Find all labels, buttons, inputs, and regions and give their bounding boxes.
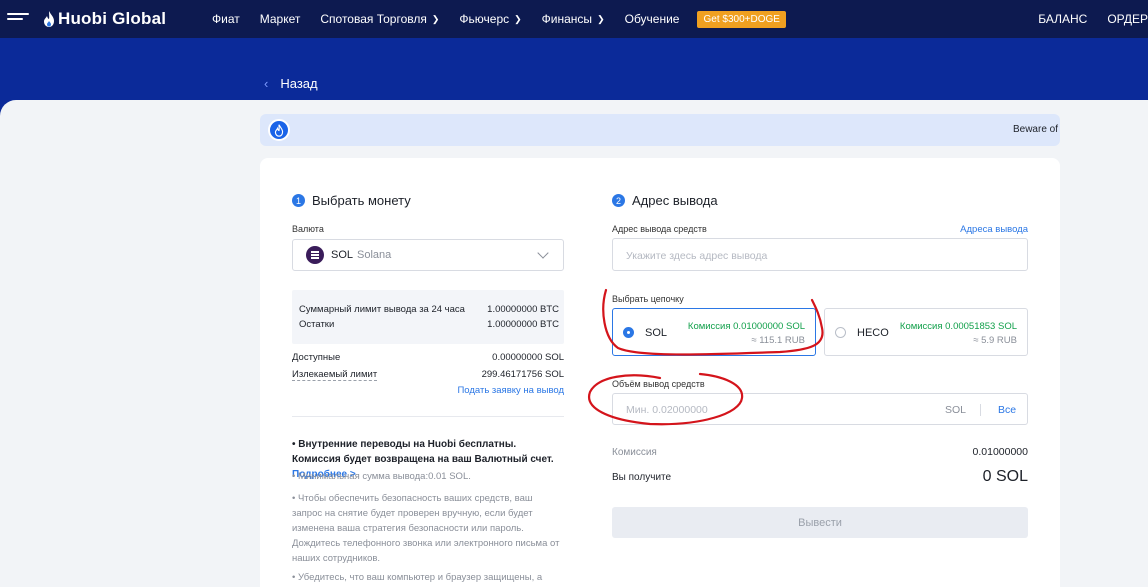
solana-icon [306, 246, 324, 264]
apply-withdraw-link[interactable]: Подать заявку на вывод [457, 385, 564, 396]
receive-value: 0 SOL [982, 468, 1028, 485]
limit-label: Суммарный лимит вывода за 24 часа [299, 304, 465, 315]
chain-fee-rub: ≈ 115.1 RUB [751, 335, 805, 346]
chain-option-heco[interactable]: HECO Комиссия 0.00051853 SOL ≈ 5.9 RUB [824, 308, 1028, 356]
step-withdraw-address: 2 Адрес вывода [612, 193, 718, 208]
back-label: Назад [280, 76, 318, 91]
amount-label: Объём вывод средств [612, 379, 705, 389]
step-title: Адрес вывода [632, 193, 718, 208]
nav-item-futures[interactable]: Фьючерс ❯ [459, 12, 521, 26]
nav-item-market[interactable]: Маркет [260, 12, 301, 26]
amount-placeholder: Мин. 0.02000000 [626, 404, 708, 416]
address-book-link[interactable]: Адреса вывода [960, 224, 1028, 235]
limit-row: Суммарный лимит вывода за 24 часа 1.0000… [299, 304, 559, 315]
nav-menu: Фиат Маркет Спотовая Торговля ❯ Фьючерс ❯ … [212, 0, 786, 38]
nav-item-spot[interactable]: Спотовая Торговля ❯ [320, 12, 439, 26]
currency-label: Валюта [292, 224, 324, 234]
nav-item-label: Спотовая Торговля [320, 12, 427, 26]
chain-fee: Комиссия 0.01000000 SOL [687, 321, 805, 332]
top-nav: Huobi Global Фиат Маркет Спотовая Торгов… [0, 0, 1148, 38]
limit-box [292, 290, 564, 344]
receive-label: Вы получите [612, 472, 672, 483]
nav-item-label: Финансы [541, 12, 593, 26]
nav-item-label: Фьючерс [459, 12, 510, 26]
chain-fee-rub: ≈ 5.9 RUB [973, 335, 1017, 346]
radio-selected[interactable] [623, 327, 634, 338]
withdraw-all-button[interactable]: Все [998, 404, 1016, 416]
device-info: • Убедитесь, что ваш компьютер и браузер… [292, 572, 543, 583]
chevron-down-icon: ❯ [597, 13, 605, 24]
nav-item-fiat[interactable]: Фиат [212, 12, 240, 26]
nav-item-label: Обучение [624, 12, 680, 26]
divider [292, 416, 564, 417]
chevron-left-icon: ‹ [264, 76, 269, 91]
chain-name: SOL [645, 327, 668, 339]
fee-value: 0.01000000 [972, 446, 1028, 458]
chain-name: HECO [857, 327, 889, 339]
radio-unselected[interactable] [835, 327, 846, 338]
withdrawable-value: 299.46171756 SOL [481, 369, 564, 380]
nav-balance[interactable]: БАЛАНС [1038, 12, 1087, 26]
available-row: Доступные 0.00000000 SOL [292, 352, 564, 363]
nav-item-learn[interactable]: Обучение [625, 12, 680, 26]
withdraw-submit-button[interactable]: Вывести [612, 507, 1028, 538]
step-number: 1 [292, 194, 305, 207]
nav-orders[interactable]: ОРДЕР [1107, 12, 1148, 26]
min-withdraw-info: • Минимальная сумма вывода:0.01 SOL. [292, 471, 471, 482]
address-placeholder: Укажите здесь адрес вывода [626, 250, 768, 262]
remaining-row: Остатки 1.00000000 BTC [299, 319, 559, 330]
coin-code: SOL [331, 249, 354, 261]
address-label: Адрес вывода средств [612, 224, 707, 234]
available-value: 0.00000000 SOL [492, 352, 564, 363]
coin-name: Solana [357, 249, 392, 261]
remaining-label: Остатки [299, 319, 335, 330]
notice-text: Beware of [1012, 124, 1058, 135]
nav-item-finance[interactable]: Финансы ❯ [542, 12, 605, 26]
chain-fee: Комиссия 0.00051853 SOL [899, 321, 1017, 332]
amount-unit: SOL [945, 404, 967, 416]
coin-select[interactable]: SOL Solana [292, 239, 564, 271]
step-select-coin: 1 Выбрать монету [292, 193, 411, 208]
withdrawable-label: Излекаемый лимит [292, 369, 378, 381]
chain-label: Выбрать цепочку [612, 294, 684, 304]
nav-right: БАЛАНС ОРДЕР [1018, 0, 1148, 38]
menu-icon[interactable] [7, 13, 29, 25]
logo[interactable]: Huobi Global [42, 9, 166, 29]
nav-item-label: Фиат [212, 12, 240, 26]
limit-value: 1.00000000 BTC [487, 304, 559, 315]
remaining-value: 1.00000000 BTC [487, 319, 559, 330]
chain-option-sol[interactable]: SOL Комиссия 0.01000000 SOL ≈ 115.1 RUB [612, 308, 816, 356]
step-title: Выбрать монету [312, 193, 411, 208]
back-button[interactable]: ‹ Назад [264, 76, 318, 91]
logo-text: Huobi Global [58, 9, 167, 28]
nav-item-label: Маркет [259, 12, 301, 26]
notice-bar: Beware of [260, 114, 1060, 146]
security-info: • Чтобы обеспечить безопасность ваших ср… [292, 493, 560, 564]
fee-label: Комиссия [612, 447, 657, 458]
chevron-down-icon: ❯ [431, 13, 440, 24]
huobi-notice-icon [268, 119, 290, 141]
chevron-down-icon: ❯ [514, 13, 522, 24]
step-number: 2 [612, 194, 625, 207]
withdrawable-row: Излекаемый лимит 299.46171756 SOL [292, 369, 564, 381]
amount-input[interactable]: Мин. 0.02000000 SOL Все [612, 393, 1028, 425]
huobi-flame-icon [44, 11, 54, 27]
chevron-down-icon [537, 247, 549, 259]
internal-transfer-text: • Внутренние переводы на Huobi бесплатны… [292, 439, 554, 465]
available-label: Доступные [292, 352, 341, 363]
promo-button[interactable]: Get $300+DOGE [697, 10, 786, 28]
address-input[interactable]: Укажите здесь адрес вывода [612, 238, 1028, 271]
separator [980, 404, 981, 416]
